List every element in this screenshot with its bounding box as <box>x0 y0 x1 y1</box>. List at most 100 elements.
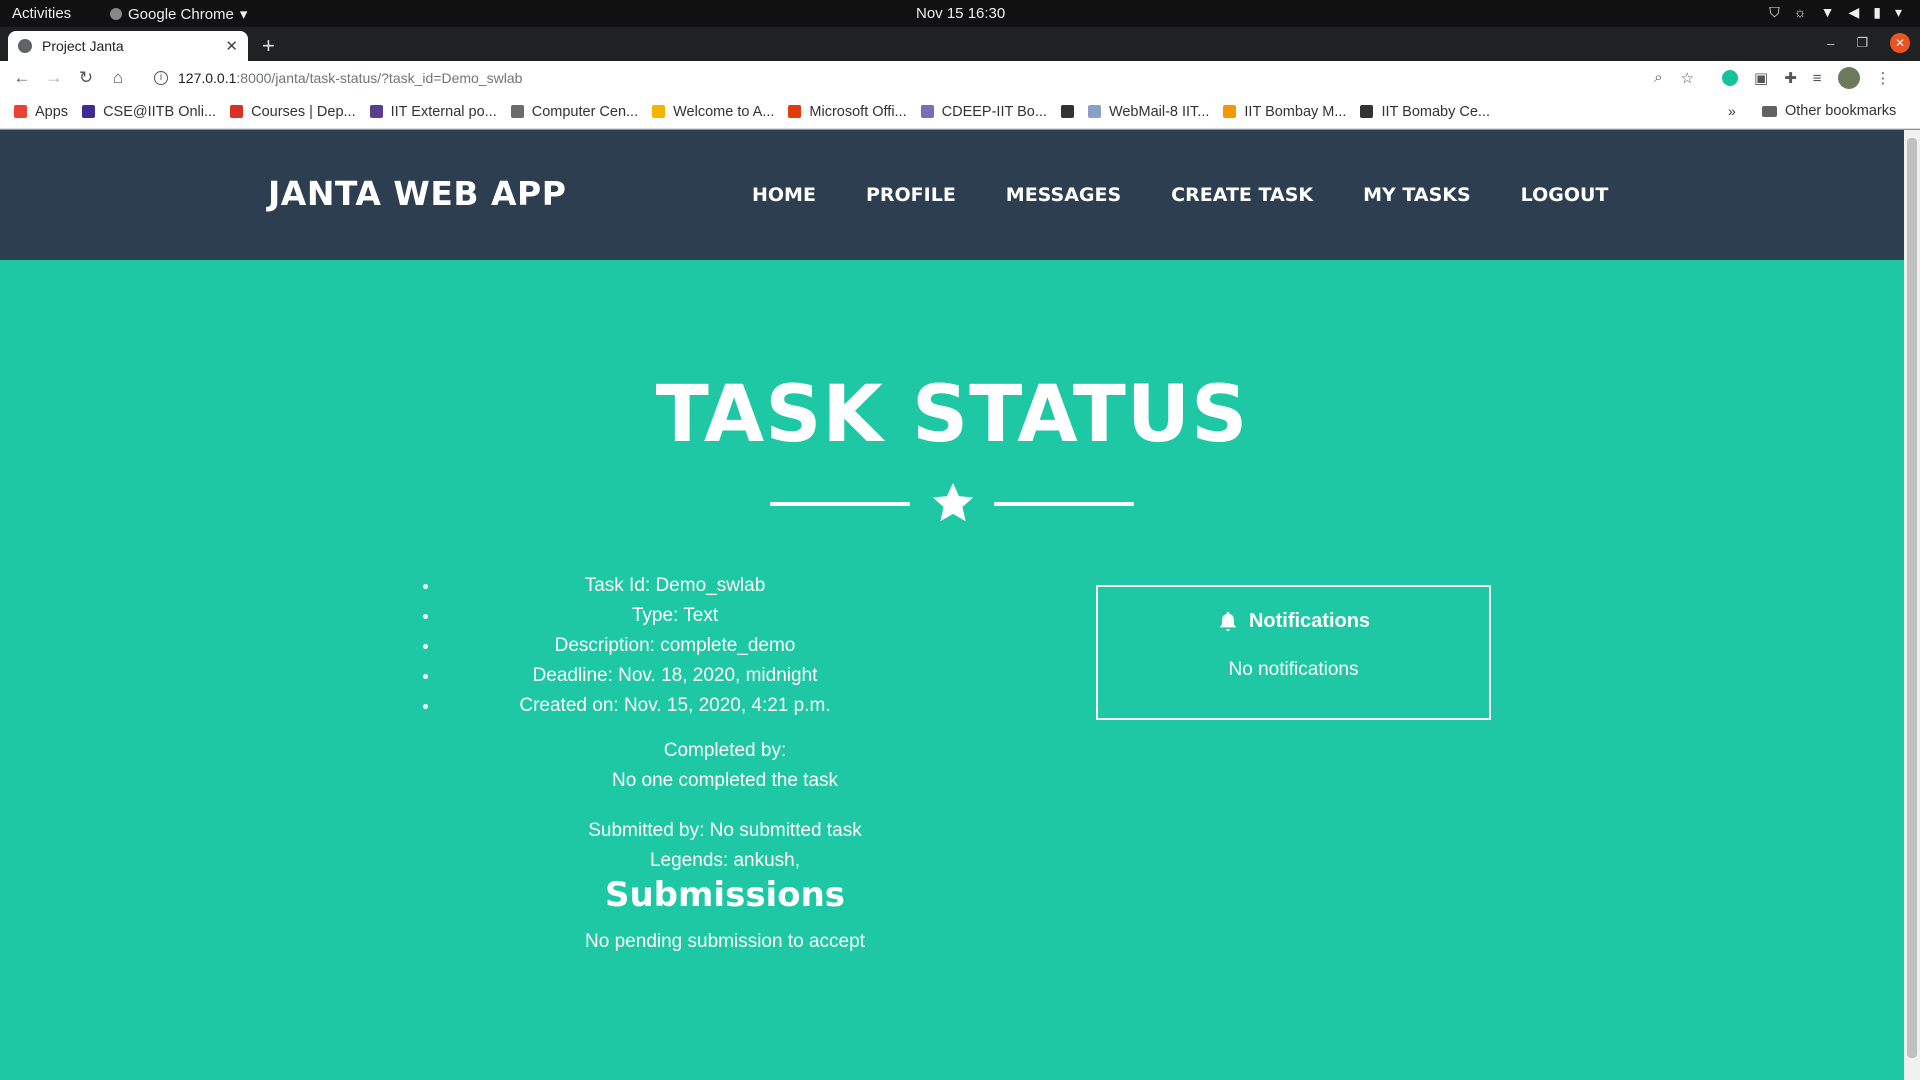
bookmark-item[interactable]: Welcome to A... <box>652 104 774 120</box>
page-scrollbar[interactable] <box>1904 130 1920 1080</box>
site-brand[interactable]: JANTA WEB APP <box>268 174 566 213</box>
bookmark-label: Welcome to A... <box>673 103 775 120</box>
site-info-icon[interactable]: i <box>154 71 168 85</box>
nav-profile[interactable]: PROFILE <box>866 184 956 206</box>
completed-by-value: No one completed the task <box>611 770 839 791</box>
bookmark-favicon-icon <box>230 105 244 118</box>
bookmarks-bar: Apps CSE@IITB Onli... Courses | Dep... IIT … <box>0 95 1920 129</box>
os-top-bar: Activities Google Chrome ▾ Nov 15 16:30 … <box>0 0 1920 27</box>
bookmark-item[interactable]: CSE@IITB Onli... <box>82 104 216 120</box>
task-created-on: Created on: Nov. 15, 2020, 4:21 p.m. <box>440 690 910 720</box>
bookmark-item[interactable]: IIT Bombay M... <box>1223 104 1346 120</box>
task-details: Task Id: Demo_swlab Type: Text Descripti… <box>440 570 910 720</box>
bookmark-favicon-icon <box>510 105 524 118</box>
bookmark-favicon-icon <box>369 105 383 118</box>
bookmark-item[interactable]: CDEEP-IIT Bo... <box>920 103 1047 120</box>
other-bookmarks-folder[interactable]: Other bookmarks <box>1762 103 1896 119</box>
divider-line-right <box>994 502 1134 506</box>
extension-icon[interactable]: ▣ <box>1754 69 1768 87</box>
back-icon[interactable]: ← <box>6 68 38 88</box>
other-bookmarks-label: Other bookmarks <box>1785 103 1897 119</box>
divider-line-left <box>770 502 910 506</box>
task-deadline: Deadline: Nov. 18, 2020, midnight <box>440 660 910 690</box>
bookmark-label: IIT Bombay M... <box>1244 103 1347 120</box>
wifi-icon: ▼ <box>1820 4 1835 20</box>
bookmark-label: CDEEP-IIT Bo... <box>941 103 1047 120</box>
grammarly-icon[interactable] <box>1722 70 1738 86</box>
window-controls: – ❐ ✕ <box>1827 33 1910 53</box>
system-tray[interactable]: ⛉ ☼ ▼ ◀ ▮ ▾ <box>1769 4 1902 21</box>
url-host: 127.0.0.1 <box>178 70 237 86</box>
nav-messages[interactable]: MESSAGES <box>1006 184 1121 206</box>
address-bar[interactable]: i 127.0.0.1:8000/janta/task-status/?task… <box>144 64 1704 92</box>
bookmark-label: Courses | Dep... <box>251 103 356 120</box>
zoom-icon[interactable]: ⌕ <box>1654 69 1662 87</box>
forward-icon[interactable]: → <box>38 68 70 88</box>
bookmark-item[interactable]: Courses | Dep... <box>230 104 356 120</box>
nav-home[interactable]: HOME <box>752 184 816 206</box>
app-menu[interactable]: Google Chrome ▾ <box>110 5 247 23</box>
bookmark-favicon-icon <box>1087 105 1101 118</box>
bookmark-favicon-icon <box>14 105 27 118</box>
bookmark-item[interactable]: Apps <box>14 104 68 120</box>
close-tab-icon[interactable]: ✕ <box>225 37 238 55</box>
home-icon[interactable]: ⌂ <box>102 68 134 88</box>
activities-button[interactable]: Activities <box>12 5 71 22</box>
notifications-title: Notifications <box>1248 609 1371 632</box>
more-menu-icon[interactable]: ⋮ <box>1876 69 1891 87</box>
avatar[interactable] <box>1837 67 1860 89</box>
restore-icon[interactable]: ❐ <box>1856 35 1868 51</box>
minimize-icon[interactable]: – <box>1827 36 1834 51</box>
nav-create-task[interactable]: CREATE TASK <box>1171 184 1313 206</box>
nav-my-tasks[interactable]: MY TASKS <box>1363 184 1471 206</box>
bookmark-favicon-icon <box>82 105 96 118</box>
submitted-by: Submitted by: No submitted task <box>588 820 862 841</box>
bookmark-label: Computer Cen... <box>531 103 639 120</box>
extensions-area: ▣ ✚ ≡ ⋮ <box>1722 67 1891 89</box>
task-id: Task Id: Demo_swlab <box>440 570 910 600</box>
shield-icon: ⛉ <box>1769 4 1780 20</box>
legends: Legends: ankush, <box>649 850 800 871</box>
task-type: Type: Text <box>440 600 910 630</box>
bookmark-label: CSE@IITB Onli... <box>103 103 217 120</box>
bookmark-favicon-icon <box>652 105 666 118</box>
notifications-empty: No notifications <box>1228 659 1359 680</box>
bookmark-label: Microsoft Offi... <box>809 103 907 120</box>
bookmark-favicon-icon <box>920 105 934 118</box>
url-path: :8000/janta/task-status/?task_id=Demo_sw… <box>236 70 523 86</box>
bookmark-item[interactable]: Microsoft Offi... <box>788 103 907 120</box>
bookmark-star-icon[interactable]: ☆ <box>1681 69 1694 87</box>
puzzle-icon[interactable]: ✚ <box>1784 69 1797 87</box>
bookmark-label: Apps <box>35 103 69 120</box>
bookmark-item[interactable]: Computer Cen... <box>510 103 639 120</box>
bell-icon <box>1220 611 1236 632</box>
bookmark-item[interactable]: IIT External po... <box>369 103 497 120</box>
new-tab-button[interactable]: + <box>262 33 275 59</box>
tab-strip: Project Janta ✕ + – ❐ ✕ <box>0 27 1920 61</box>
browser-toolbar: ← → ↻ ⌂ i 127.0.0.1:8000/janta/task-stat… <box>0 61 1920 95</box>
page-title: TASK STATUS <box>655 370 1249 460</box>
bookmark-favicon-icon <box>1060 105 1074 118</box>
bookmark-item[interactable] <box>1060 105 1074 118</box>
tab-title: Project Janta <box>42 38 124 54</box>
bookmark-label: IIT External po... <box>390 103 497 120</box>
site-menu: HOME PROFILE MESSAGES CREATE TASK MY TAS… <box>752 184 1608 206</box>
nav-logout[interactable]: LOGOUT <box>1521 184 1609 206</box>
chrome-icon <box>110 8 122 20</box>
scrollbar-thumb[interactable] <box>1907 138 1917 1058</box>
star-divider <box>770 480 1134 526</box>
task-details-list: Task Id: Demo_swlab Type: Text Descripti… <box>440 570 910 720</box>
brightness-icon: ☼ <box>1793 4 1807 20</box>
bookmark-favicon-icon <box>1223 105 1237 118</box>
clock[interactable]: Nov 15 16:30 <box>916 5 1005 22</box>
bookmark-item[interactable]: WebMail-8 IIT... <box>1087 104 1209 120</box>
close-window-icon[interactable]: ✕ <box>1890 33 1910 53</box>
tab-project-janta[interactable]: Project Janta ✕ <box>8 31 248 61</box>
star-icon <box>932 482 974 522</box>
media-icon[interactable]: ≡ <box>1813 70 1822 87</box>
bookmark-item[interactable]: IIT Bomaby Ce... <box>1360 104 1490 120</box>
chevron-down-icon: ▾ <box>1894 4 1902 20</box>
bookmarks-overflow-button[interactable]: » <box>1728 103 1736 119</box>
reload-icon[interactable]: ↻ <box>70 68 102 88</box>
battery-icon: ▮ <box>1873 4 1881 20</box>
